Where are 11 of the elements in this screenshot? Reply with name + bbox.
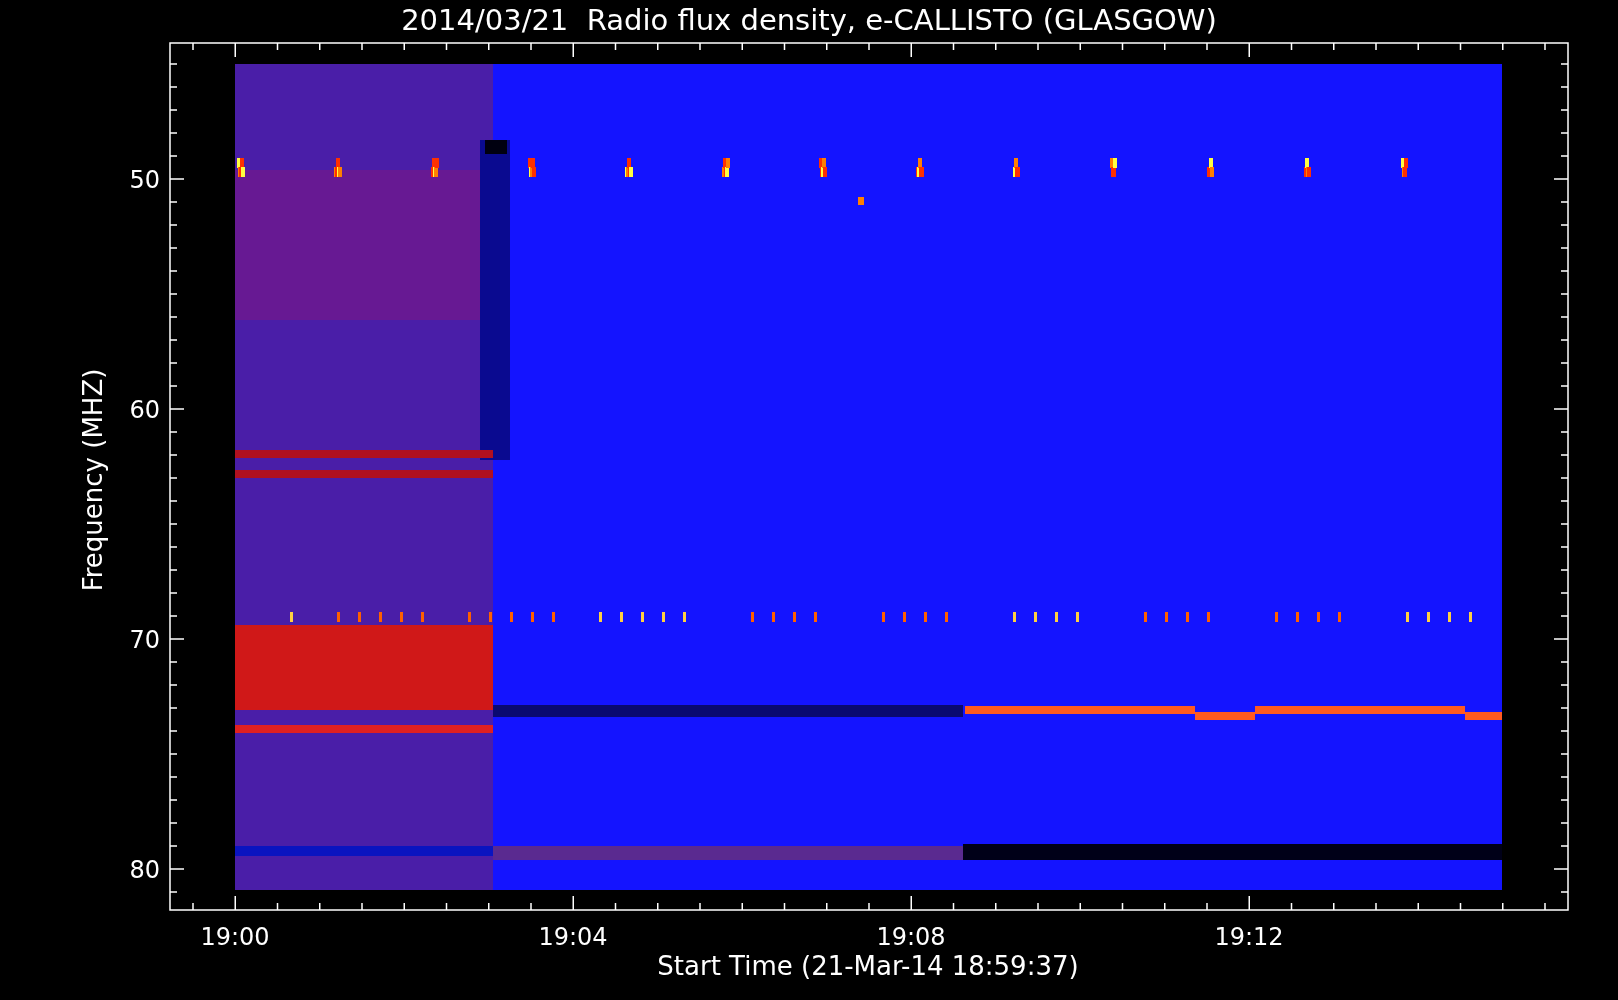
y-tick-label: 80 bbox=[129, 856, 160, 884]
x-tick-label: 19:00 bbox=[200, 923, 270, 951]
chart-title: 2014/03/21 Radio flux density, e-CALLISTO (GLASGOW) bbox=[401, 3, 1217, 37]
y-tick-label: 50 bbox=[129, 166, 160, 194]
x-tick-label: 19:04 bbox=[538, 923, 608, 951]
x-tick-label: 19:08 bbox=[876, 923, 946, 951]
x-axis-label: Start Time (21-Mar-14 18:59:37) bbox=[657, 951, 1079, 981]
y-tick-label: 60 bbox=[129, 396, 160, 424]
y-tick-label: 70 bbox=[129, 626, 160, 654]
y-axis-label: Frequency (MHZ) bbox=[78, 368, 108, 592]
x-tick-label: 19:12 bbox=[1214, 923, 1284, 951]
